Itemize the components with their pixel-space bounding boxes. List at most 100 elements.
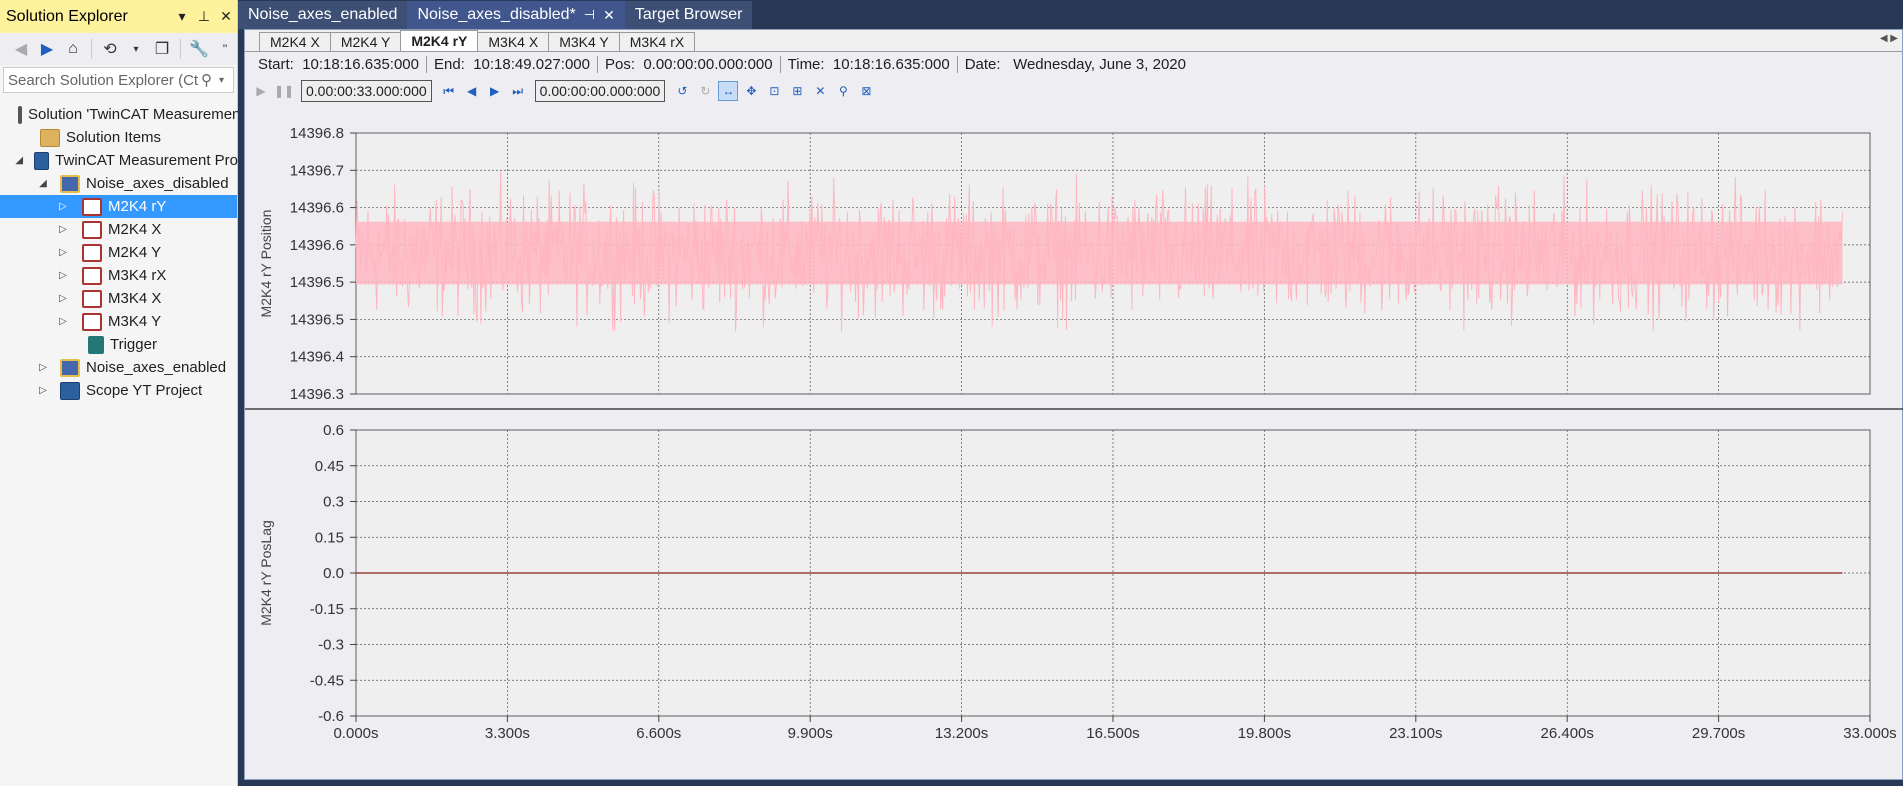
solution-explorer-panel: Solution Explorer ▾ ⊥ ✕ ◀ ▶ ⌂ ⟲ ▾ ❐ 🔧 ''…: [0, 0, 238, 786]
tree-item-scope-yt-project[interactable]: ▷ Scope YT Project: [0, 379, 238, 402]
search-icon: ⚲: [201, 72, 212, 89]
y-axis-label: M2K4 rY Position: [258, 210, 274, 318]
tab-noise-axes-enabled[interactable]: Noise_axes_enabled: [238, 1, 408, 29]
tab-m3k4-y[interactable]: M3K4 Y: [548, 32, 620, 51]
trigger-icon: [88, 335, 104, 354]
tree-item-measurement-project[interactable]: ◢ TwinCAT Measurement Pro: [0, 149, 238, 172]
time-span-field[interactable]: 0.00:00:33.000:000: [301, 80, 432, 102]
tab-m2k4-x[interactable]: M2K4 X: [259, 32, 331, 51]
chart-tab-strip: M2K4 X M2K4 Y M2K4 rY M3K4 X M3K4 Y M3K4…: [245, 30, 1902, 52]
plot-area: 14396.8 14396.7 14396.6 14396.6 14396.5 14396…: [245, 107, 1903, 779]
solution-explorer-titlebar: Solution Explorer ▾ ⊥ ✕: [0, 0, 237, 33]
collapsed-arrow-icon[interactable]: ▷: [56, 247, 70, 258]
collapsed-arrow-icon[interactable]: ▷: [56, 224, 70, 235]
back-icon[interactable]: ◀: [10, 38, 32, 60]
y-tick-label: 0.0: [323, 565, 344, 582]
zoom-reset-icon[interactable]: ⚲: [833, 81, 853, 101]
y-tick-label: -0.6: [318, 708, 344, 725]
panel-title: Solution Explorer: [6, 7, 128, 25]
tab-m2k4-y[interactable]: M2K4 Y: [329, 32, 402, 51]
x-tick-label: 23.100s: [1389, 725, 1442, 742]
tab-m3k4-x[interactable]: M3K4 X: [477, 32, 550, 51]
position-field[interactable]: 0.00:00:00.000:000: [534, 80, 666, 102]
info-bar: Start: 10:18:16.635:000 End: 10:18:49.02…: [245, 52, 1902, 77]
y-tick-label: 14396.8: [290, 125, 344, 142]
document-area: Noise_axes_enabled Noise_axes_disabled* …: [238, 0, 1903, 786]
step-forward-icon[interactable]: ▶: [485, 81, 505, 101]
tree-item-m3k4-x[interactable]: ▷ M3K4 X: [0, 287, 238, 310]
tree-item-noise-axes-enabled[interactable]: ▷ Noise_axes_enabled: [0, 356, 238, 379]
tab-m3k4-rx[interactable]: M3K4 rX: [618, 32, 696, 51]
pan-icon[interactable]: ↔: [718, 81, 739, 101]
expanded-arrow-icon[interactable]: ◢: [36, 178, 50, 189]
history-icon[interactable]: ⟲: [99, 38, 121, 60]
y-tick-label: 14396.6: [290, 200, 344, 217]
x-tick-label: 3.300s: [485, 725, 530, 742]
close-icon[interactable]: ✕: [603, 7, 615, 24]
tree-item-trigger[interactable]: Trigger: [0, 333, 238, 356]
tab-noise-axes-disabled[interactable]: Noise_axes_disabled* ⊣ ✕: [407, 1, 625, 29]
pin-icon[interactable]: ⊥: [193, 8, 215, 25]
chart-icon: [82, 243, 102, 262]
tree-item-noise-axes-disabled[interactable]: ◢ Noise_axes_disabled: [0, 172, 238, 195]
chevron-down-icon[interactable]: ▾: [125, 38, 147, 60]
zoom-fit-icon[interactable]: ⊠: [856, 81, 876, 101]
collapsed-arrow-icon[interactable]: ▷: [36, 385, 50, 396]
tab-m2k4-ry[interactable]: M2K4 rY: [400, 30, 479, 51]
collapsed-arrow-icon[interactable]: ▷: [36, 362, 50, 373]
tree-item-m3k4-rx[interactable]: ▷ M3K4 rX: [0, 264, 238, 287]
home-icon[interactable]: ⌂: [62, 38, 84, 60]
tree-item-m2k4-ry[interactable]: ▷ M2K4 rY: [0, 195, 237, 218]
overflow-icon[interactable]: '': [214, 38, 236, 60]
time-info: Time: 10:18:16.635:000: [781, 56, 958, 73]
y-tick-label: 14396.5: [290, 311, 344, 328]
chart-icon: [82, 197, 102, 216]
x-tick-label: 33.000s: [1843, 725, 1896, 742]
collapsed-arrow-icon[interactable]: ▷: [56, 201, 70, 212]
collapse-all-icon[interactable]: ❐: [151, 38, 173, 60]
scope-charts[interactable]: 14396.8 14396.7 14396.6 14396.6 14396.5 14396…: [245, 107, 1903, 779]
solution-icon: [18, 105, 22, 124]
x-tick-label: 9.900s: [788, 725, 833, 742]
y-tick-label: -0.3: [318, 637, 344, 654]
scope-project-icon: [60, 381, 80, 400]
folder-icon: [40, 128, 60, 147]
wrench-icon[interactable]: 🔧: [188, 38, 210, 60]
pause-icon[interactable]: ❚❚: [274, 81, 294, 101]
pin-icon[interactable]: ⊣: [584, 7, 595, 23]
search-box[interactable]: Search Solution Explorer (Ct ⚲ ▾: [3, 67, 234, 93]
tree-item-solution[interactable]: Solution 'TwinCAT Measurement: [0, 103, 238, 126]
dropdown-icon[interactable]: ▾: [171, 8, 193, 25]
tree-item-m3k4-y[interactable]: ▷ M3K4 Y: [0, 310, 238, 333]
zoom-x-icon[interactable]: ⊡: [764, 81, 784, 101]
collapsed-arrow-icon[interactable]: ▷: [56, 316, 70, 327]
solution-explorer-toolbar: ◀ ▶ ⌂ ⟲ ▾ ❐ 🔧 '': [0, 33, 237, 65]
scope-view: M2K4 X M2K4 Y M2K4 rY M3K4 X M3K4 Y M3K4…: [244, 29, 1903, 780]
x-tick-label: 19.800s: [1238, 725, 1291, 742]
step-back-icon[interactable]: ◀: [462, 81, 482, 101]
tab-scroll-icon[interactable]: ◀ ▶: [1880, 33, 1898, 44]
scope-config-icon: [60, 358, 80, 377]
collapsed-arrow-icon[interactable]: ▷: [56, 293, 70, 304]
redo-icon[interactable]: ↻: [695, 81, 715, 101]
tree-item-m2k4-x[interactable]: ▷ M2K4 X: [0, 218, 238, 241]
skip-end-icon[interactable]: ⏭: [508, 81, 528, 101]
forward-icon[interactable]: ▶: [36, 38, 58, 60]
x-tick-label: 0.000s: [333, 725, 378, 742]
tree-item-solution-items[interactable]: Solution Items: [0, 126, 238, 149]
chevron-down-icon[interactable]: ▾: [219, 75, 233, 86]
play-icon[interactable]: ▶: [251, 81, 271, 101]
search-input[interactable]: Search Solution Explorer (Ct: [8, 72, 201, 89]
tree-item-m2k4-y[interactable]: ▷ M2K4 Y: [0, 241, 238, 264]
close-icon[interactable]: ✕: [215, 8, 237, 25]
undo-icon[interactable]: ↺: [672, 81, 692, 101]
collapsed-arrow-icon[interactable]: ▷: [56, 270, 70, 281]
series-band-position: [356, 221, 1843, 285]
tab-target-browser[interactable]: Target Browser: [624, 1, 753, 29]
move-icon[interactable]: ✥: [741, 81, 761, 101]
cursor-icon[interactable]: ✕: [810, 81, 830, 101]
skip-start-icon[interactable]: ⏮: [439, 81, 459, 101]
x-tick-label: 13.200s: [935, 725, 988, 742]
expanded-arrow-icon[interactable]: ◢: [14, 155, 25, 166]
zoom-y-icon[interactable]: ⊞: [787, 81, 807, 101]
